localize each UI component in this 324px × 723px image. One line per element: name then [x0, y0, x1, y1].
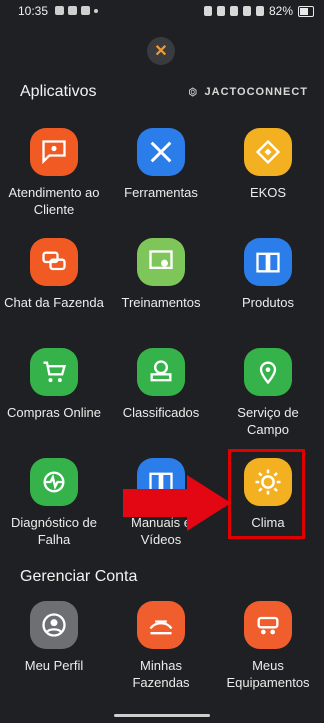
app-label: Atendimento ao Cliente — [8, 185, 100, 217]
app-label: Serviço de Campo — [237, 405, 299, 437]
profile-icon — [30, 601, 78, 649]
jacto-logo-icon — [189, 87, 197, 97]
app-ferramentas[interactable]: Ferramentas — [111, 128, 211, 201]
app-chat-fazenda[interactable]: Chat da Fazenda — [4, 238, 104, 311]
system-indicators: 82% — [203, 4, 314, 18]
account-label: Meu Perfil — [24, 658, 84, 673]
cloud-icon — [55, 6, 64, 15]
tools-icon — [137, 128, 185, 176]
chat-bubbles-icon — [30, 238, 78, 286]
status-time: 10:35 — [18, 4, 49, 18]
account-meu-perfil[interactable]: Meu Perfil — [4, 601, 104, 674]
app-label: Classificados — [122, 405, 200, 420]
notification-icons — [55, 6, 98, 15]
app-label: EKOS — [249, 185, 287, 200]
classifieds-icon — [137, 348, 185, 396]
account-label: Meus Equipamentos — [226, 658, 310, 690]
app-label: Produtos — [241, 295, 295, 310]
app-servico-campo[interactable]: Serviço de Campo — [218, 348, 318, 438]
volte-icon — [242, 6, 251, 16]
app-label: Diagnóstico de Falha — [11, 515, 97, 547]
mute-icon — [203, 6, 212, 16]
jacto-connect-logo: JACTOCONNECT — [188, 78, 308, 106]
ekos-icon — [244, 128, 292, 176]
red-arrow-icon — [123, 475, 231, 531]
account-meus-equipamentos[interactable]: Meus Equipamentos — [218, 601, 318, 691]
home-indicator[interactable] — [114, 714, 210, 717]
account-minhas-fazendas[interactable]: Minhas Fazendas — [111, 601, 211, 691]
highlight-box — [228, 449, 305, 539]
battery-percent: 82% — [268, 4, 293, 18]
app-label: Ferramentas — [124, 185, 198, 200]
close-icon: ✕ — [154, 43, 168, 60]
app-label: Compras Online — [7, 405, 101, 420]
app-produtos[interactable]: Produtos — [218, 238, 318, 311]
alarm-icon — [216, 6, 225, 16]
book-icon — [244, 238, 292, 286]
signal-icon — [255, 6, 264, 16]
chat-person-icon — [30, 128, 78, 176]
training-icon — [137, 238, 185, 286]
message-icon — [68, 6, 77, 15]
app-treinamentos[interactable]: Treinamentos — [111, 238, 211, 311]
app-label: Treinamentos — [121, 295, 201, 310]
equipment-icon — [244, 601, 292, 649]
app-ekos[interactable]: EKOS — [218, 128, 318, 201]
farm-icon — [137, 601, 185, 649]
app-label: Chat da Fazenda — [4, 295, 104, 310]
wifi-icon — [229, 6, 238, 16]
cart-icon — [30, 348, 78, 396]
app-compras-online[interactable]: Compras Online — [4, 348, 104, 421]
section-title-account: Gerenciar Conta — [20, 568, 138, 585]
diagnostic-icon — [30, 458, 78, 506]
section-title-applications: Aplicativos — [20, 83, 97, 100]
app-atendimento[interactable]: Atendimento ao Cliente — [4, 128, 104, 218]
brand-name: JACTOCONNECT — [204, 86, 308, 98]
battery-icon — [298, 5, 314, 17]
app-diagnostico[interactable]: Diagnóstico de Falha — [4, 458, 104, 548]
map-pin-icon — [244, 348, 292, 396]
status-bar: 10:35 82% — [0, 0, 324, 24]
mail-icon — [81, 6, 90, 15]
close-button[interactable]: ✕ — [147, 37, 175, 65]
account-label: Minhas Fazendas — [132, 658, 190, 690]
dot-icon — [94, 9, 98, 13]
app-classificados[interactable]: Classificados — [111, 348, 211, 421]
